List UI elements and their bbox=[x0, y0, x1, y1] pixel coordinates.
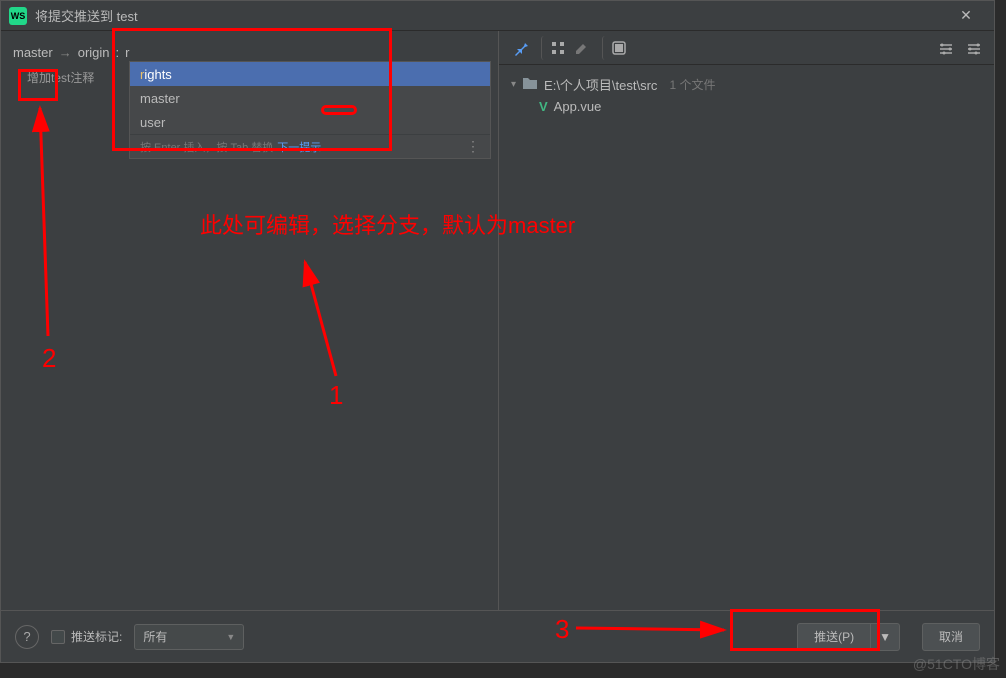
chevron-down-icon: ▼ bbox=[226, 632, 235, 642]
help-button[interactable]: ? bbox=[15, 625, 39, 649]
tree-file-row[interactable]: V App.vue bbox=[511, 95, 982, 117]
settings-icon-2[interactable] bbox=[962, 37, 986, 61]
expand-all-icon[interactable] bbox=[541, 36, 566, 60]
pane-settings bbox=[934, 37, 986, 61]
dropdown-footer: 按 Enter 插入，按 Tab 替换 下一提示 ⋮ bbox=[130, 134, 490, 158]
files-toolbar bbox=[499, 31, 994, 65]
chevron-down-icon: ▾ bbox=[511, 79, 516, 90]
preview-icon[interactable] bbox=[602, 36, 627, 60]
cancel-button[interactable]: 取消 bbox=[922, 623, 980, 651]
next-hint-link[interactable]: 下一提示 bbox=[277, 139, 321, 155]
colon: : bbox=[116, 45, 120, 60]
titlebar: WS 将提交推送到 test ✕ bbox=[1, 1, 994, 31]
push-tags-label: 推送标记: bbox=[71, 628, 122, 645]
file-name: App.vue bbox=[554, 99, 602, 114]
dropdown-item-master[interactable]: master bbox=[130, 86, 490, 110]
push-tags-checkbox[interactable]: 推送标记: bbox=[51, 628, 122, 645]
local-branch-label: master bbox=[13, 45, 53, 60]
files-pane: ▾ E:\个人项目\test\src 1 个文件 V App.vue bbox=[499, 31, 994, 610]
pin-icon[interactable] bbox=[509, 36, 533, 60]
vue-icon: V bbox=[539, 99, 548, 114]
folder-path: E:\个人项目\test\src bbox=[544, 75, 657, 94]
commits-pane: master → origin : 增加test注释 rights master… bbox=[1, 31, 499, 610]
push-button-label: 推送(P) bbox=[814, 628, 854, 645]
dialog-bottombar: ? 推送标记: 所有 ▼ 推送(P) ▼ 取消 bbox=[1, 610, 994, 662]
app-icon: WS bbox=[9, 7, 27, 25]
content-area: master → origin : 增加test注释 rights master… bbox=[1, 31, 994, 610]
chevron-down-icon: ▼ bbox=[879, 630, 891, 644]
push-button-dropdown[interactable]: ▼ bbox=[870, 623, 900, 651]
more-icon[interactable]: ⋮ bbox=[466, 138, 480, 155]
tree-folder-row[interactable]: ▾ E:\个人项目\test\src 1 个文件 bbox=[511, 73, 982, 95]
select-value: 所有 bbox=[143, 628, 167, 645]
remote-name: origin bbox=[78, 45, 110, 60]
footer-hint: 按 Enter 插入，按 Tab 替换 bbox=[140, 139, 273, 155]
dropdown-item-rights[interactable]: rights bbox=[130, 62, 490, 86]
push-button[interactable]: 推送(P) bbox=[797, 623, 870, 651]
push-dialog: WS 将提交推送到 test ✕ master → origin : 增加tes… bbox=[0, 0, 995, 663]
remote-branch-input[interactable] bbox=[125, 45, 155, 60]
close-button[interactable]: ✕ bbox=[946, 1, 986, 31]
branch-mapping-row: master → origin : bbox=[13, 41, 486, 63]
tags-scope-select[interactable]: 所有 ▼ bbox=[134, 624, 244, 650]
checkbox-icon bbox=[51, 630, 65, 644]
cancel-button-label: 取消 bbox=[939, 628, 963, 645]
folder-icon bbox=[522, 76, 538, 93]
window-title: 将提交推送到 test bbox=[35, 6, 138, 25]
arrow-icon: → bbox=[59, 45, 72, 60]
file-tree: ▾ E:\个人项目\test\src 1 个文件 V App.vue bbox=[499, 65, 994, 125]
dropdown-item-user[interactable]: user bbox=[130, 110, 490, 134]
edit-icon[interactable] bbox=[570, 36, 594, 60]
push-button-group: 推送(P) ▼ bbox=[797, 623, 900, 651]
watermark: @51CTO博客 bbox=[913, 654, 1000, 674]
settings-icon-1[interactable] bbox=[934, 37, 958, 61]
file-count: 1 个文件 bbox=[669, 76, 715, 93]
branch-autocomplete-popup: rights master user 按 Enter 插入，按 Tab 替换 下… bbox=[129, 61, 491, 159]
